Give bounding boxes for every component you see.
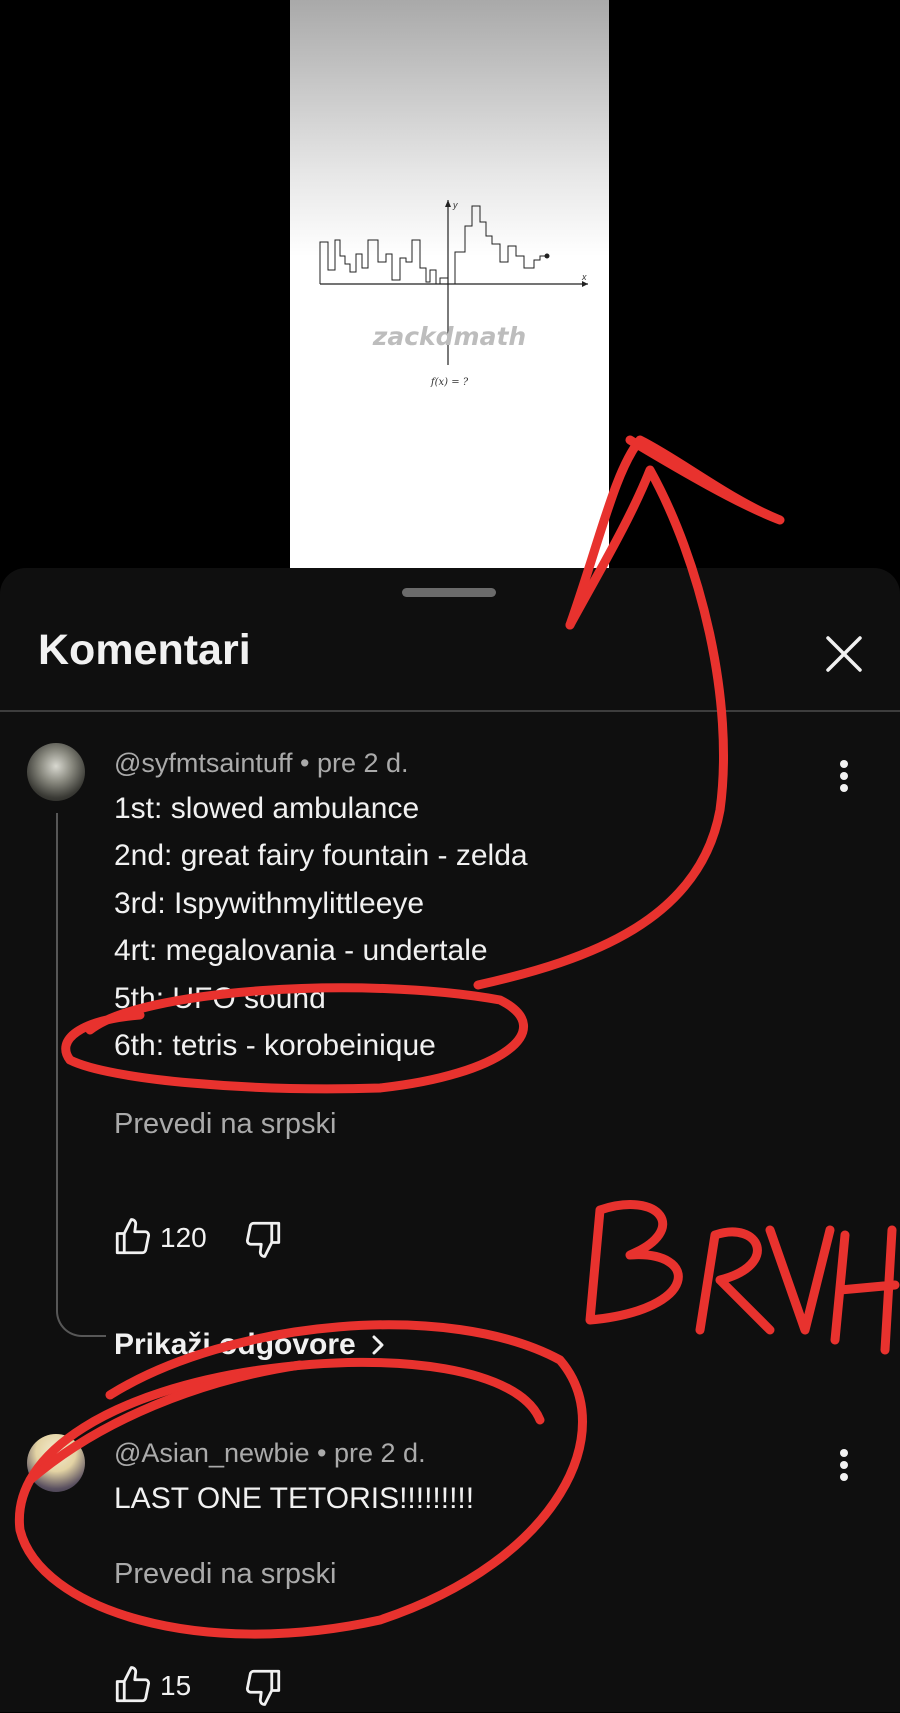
show-replies-button[interactable]: Prikaži odgovore bbox=[114, 1328, 388, 1362]
svg-text:x: x bbox=[581, 272, 587, 282]
more-vert-icon bbox=[840, 1449, 848, 1481]
thumbs-down-icon bbox=[245, 1669, 281, 1706]
more-vert-icon bbox=[840, 760, 848, 792]
like-button[interactable] bbox=[112, 1216, 154, 1258]
comment-author[interactable]: @syfmtsaintuff bbox=[114, 748, 292, 778]
comment-meta: @syfmtsaintuff • pre 2 d. bbox=[114, 748, 409, 779]
comment-text-line: 6th: tetris - korobeinique bbox=[114, 1029, 436, 1062]
translate-link[interactable]: Prevedi na srpski bbox=[114, 1558, 336, 1591]
comment-meta: @Asian_newbie • pre 2 d. bbox=[114, 1438, 426, 1469]
video-player[interactable]: x y zackdmath f(x) = ? bbox=[0, 0, 900, 572]
show-replies-label: Prikaži odgovore bbox=[114, 1328, 356, 1361]
video-formula: f(x) = ? bbox=[430, 377, 469, 388]
comments-sheet: Komentari @syfmtsaintuff • pre 2 d. 1st:… bbox=[0, 568, 900, 1712]
chevron-right-icon bbox=[372, 1335, 384, 1355]
close-button[interactable] bbox=[818, 628, 870, 680]
video-watermark: zackdmath bbox=[372, 322, 527, 351]
comment-text-line: 5th: UFO sound bbox=[114, 982, 326, 1015]
like-count: 15 bbox=[160, 1670, 192, 1701]
meta-separator: • bbox=[299, 748, 317, 778]
svg-text:y: y bbox=[452, 200, 458, 210]
comment-text-line: 2nd: great fairy fountain - zelda bbox=[114, 839, 528, 872]
dislike-button[interactable] bbox=[242, 1666, 284, 1708]
avatar[interactable] bbox=[27, 1434, 85, 1492]
drag-handle[interactable] bbox=[402, 588, 496, 597]
comment-text-line: 1st: slowed ambulance bbox=[114, 792, 420, 825]
thread-line bbox=[56, 813, 106, 1337]
meta-separator: • bbox=[317, 1438, 335, 1468]
thumbs-up-icon bbox=[115, 1666, 151, 1703]
header-divider bbox=[0, 710, 900, 712]
avatar[interactable] bbox=[27, 743, 85, 801]
dislike-button[interactable] bbox=[242, 1218, 284, 1260]
comment-time: pre 2 d. bbox=[334, 1438, 426, 1468]
comment-text-line: LAST ONE TETORIS!!!!!!!!! bbox=[114, 1482, 475, 1515]
comment-text-line: 4rt: megalovania - undertale bbox=[114, 934, 488, 967]
video-frame[interactable]: x y zackdmath f(x) = ? bbox=[290, 0, 609, 570]
comment-menu-button[interactable] bbox=[829, 1445, 859, 1485]
comment-author[interactable]: @Asian_newbie bbox=[114, 1438, 310, 1468]
like-count: 120 bbox=[160, 1222, 207, 1253]
step-function-graph: x y bbox=[319, 200, 588, 365]
close-icon bbox=[826, 636, 862, 672]
comment-text-line: 3rd: Ispywithmylittleeye bbox=[114, 887, 425, 920]
thumbs-up-icon bbox=[115, 1218, 151, 1255]
comment-time: pre 2 d. bbox=[316, 748, 409, 778]
sheet-title: Komentari bbox=[38, 626, 251, 674]
comment-menu-button[interactable] bbox=[829, 756, 859, 796]
thumbs-down-icon bbox=[245, 1221, 281, 1258]
like-button[interactable] bbox=[112, 1664, 154, 1706]
translate-link[interactable]: Prevedi na srpski bbox=[114, 1108, 336, 1141]
